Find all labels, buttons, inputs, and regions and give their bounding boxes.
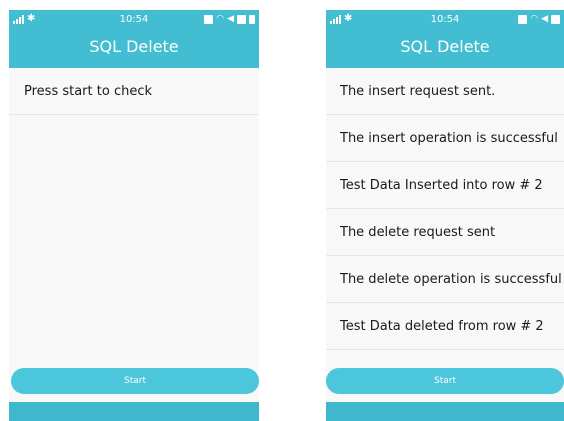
start-button[interactable]: Start	[326, 368, 564, 394]
volume-icon: ◀	[541, 14, 548, 24]
page-title: SQL Delete	[400, 37, 490, 56]
wifi-icon: ◠	[216, 14, 225, 24]
notification-icon	[551, 14, 560, 24]
result-list: The insert request sent. The insert oper…	[326, 68, 564, 350]
list-item: Press start to check	[9, 68, 259, 115]
bottom-bar	[326, 402, 564, 421]
left-phone-screen: ✱ 10:54 ◠ ◀ SQL Delete Press start to ch…	[9, 10, 259, 421]
start-button[interactable]: Start	[11, 368, 259, 394]
notification-icon	[237, 14, 246, 24]
right-phone-screen: ✱ 10:54 ◠ ◀ SQL Delete The insert reques…	[326, 10, 564, 421]
list-item: Test Data Inserted into row # 2	[326, 162, 564, 209]
list-item: The delete operation is successful	[326, 256, 564, 303]
list-item: The insert operation is successful	[326, 115, 564, 162]
volume-icon: ◀	[227, 14, 234, 24]
status-bar: ✱ 10:54 ◠ ◀	[326, 10, 564, 30]
list-item: Test Data deleted from row # 2	[326, 303, 564, 350]
app-header: ✱ 10:54 ◠ ◀ SQL Delete	[326, 10, 564, 68]
page-title: SQL Delete	[89, 37, 179, 56]
status-bar: ✱ 10:54 ◠ ◀	[9, 10, 259, 30]
list-item: The delete request sent	[326, 209, 564, 256]
bottom-bar	[9, 402, 259, 421]
app-header: ✱ 10:54 ◠ ◀ SQL Delete	[9, 10, 259, 68]
list-item: The insert request sent.	[326, 68, 564, 115]
nfc-icon	[518, 14, 528, 24]
nfc-icon	[204, 14, 214, 24]
battery-icon	[249, 14, 255, 24]
result-list: Press start to check	[9, 68, 259, 115]
wifi-icon: ◠	[530, 14, 539, 24]
